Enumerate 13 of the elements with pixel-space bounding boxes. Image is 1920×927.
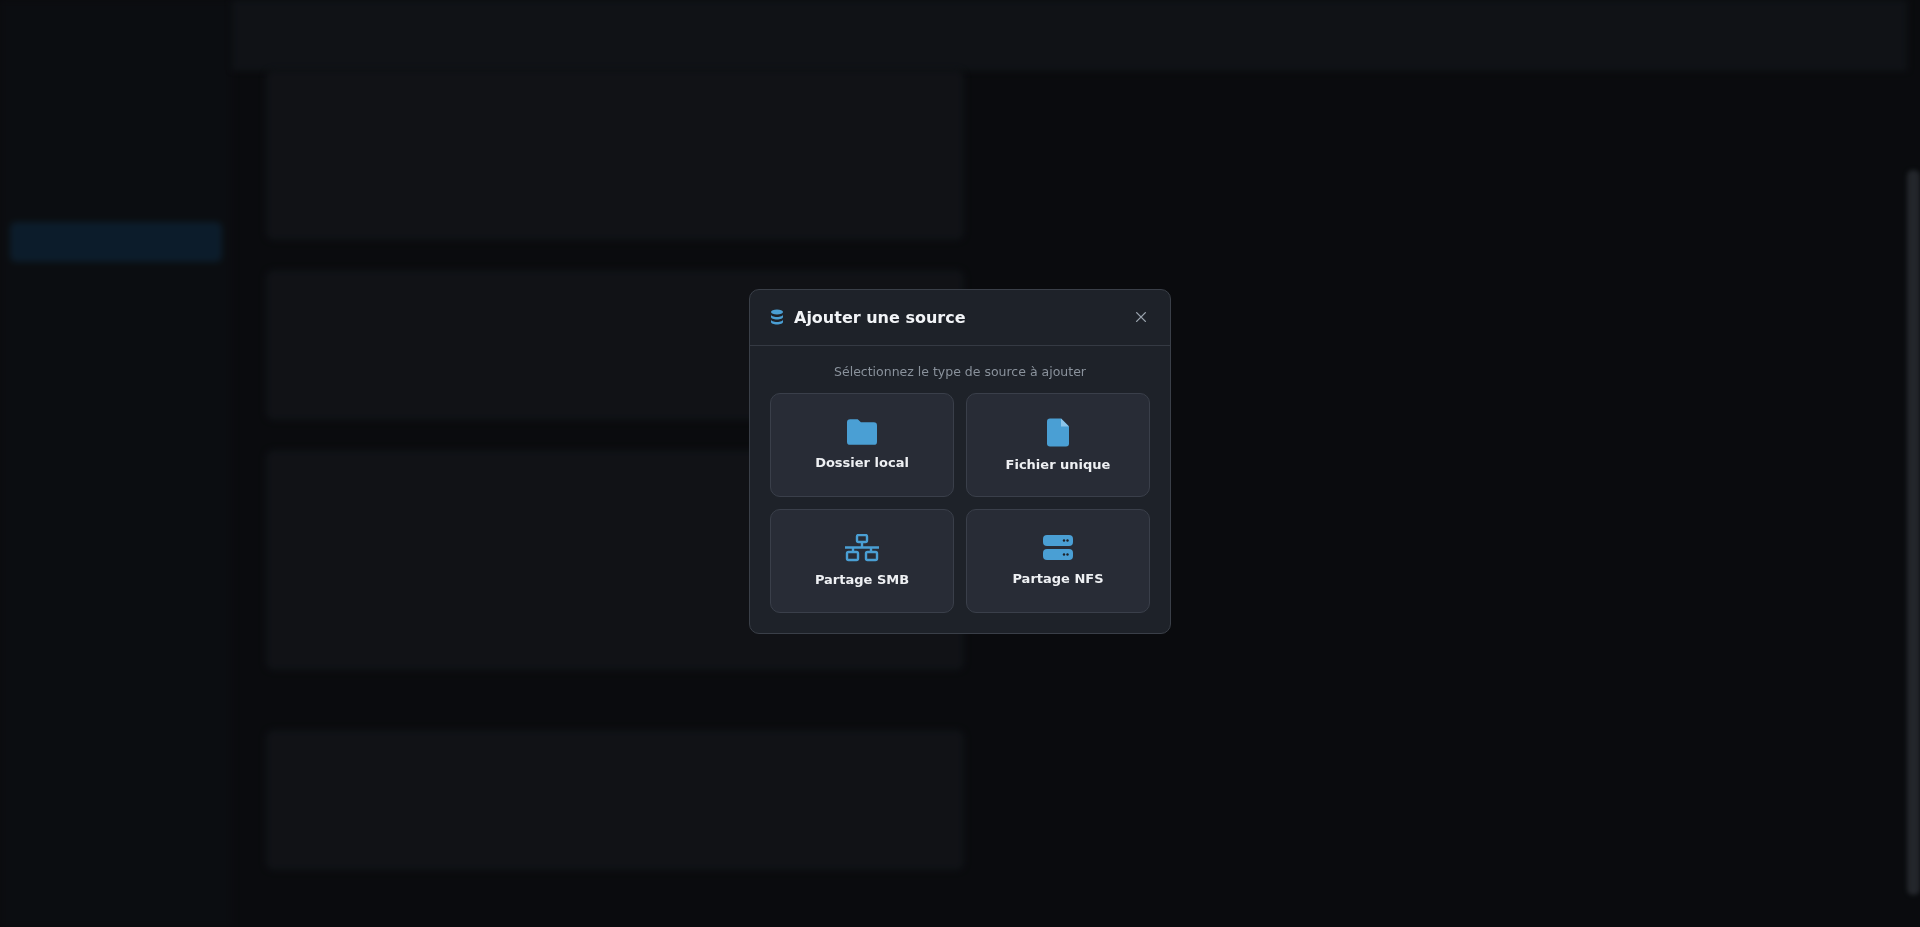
network-icon — [844, 534, 880, 562]
database-icon — [770, 309, 784, 325]
file-icon — [1047, 417, 1069, 447]
scrollbar[interactable] — [1907, 170, 1920, 895]
source-option[interactable]: Partage SMB — [770, 508, 954, 613]
source-option[interactable]: Fichier unique — [966, 392, 1150, 497]
dialog-subtitle: Sélectionnez le type de source à ajouter — [833, 363, 1087, 379]
source-option[interactable]: Partage NFS — [966, 508, 1150, 613]
server-icon — [1043, 535, 1073, 561]
dialog-title: Ajouter une source — [794, 307, 967, 327]
folder-icon — [847, 419, 877, 445]
source-option[interactable]: Dossier local — [770, 392, 954, 497]
close-icon — [1134, 310, 1148, 324]
